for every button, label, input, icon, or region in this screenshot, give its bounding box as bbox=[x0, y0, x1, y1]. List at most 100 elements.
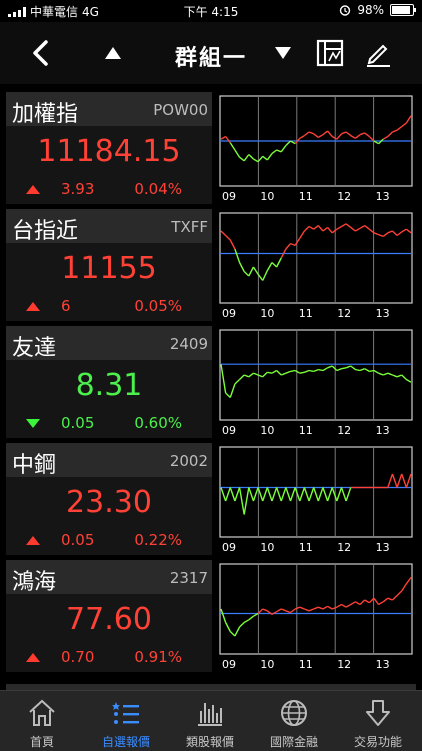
stock-row[interactable]: 加權指 POW00 11184.15 3.93 0.04% 09 10 11 12 13 bbox=[6, 92, 416, 204]
chart-frame bbox=[219, 212, 413, 304]
tab-bar: 首頁 自選報價 類股報價 國際金融 交易功能 bbox=[0, 690, 422, 751]
chart-tick-label: 11 bbox=[299, 190, 313, 203]
pencil-icon bbox=[367, 44, 390, 67]
chart-tick-label: 12 bbox=[337, 190, 351, 203]
edit-button[interactable] bbox=[362, 22, 394, 84]
layout-icon bbox=[316, 39, 344, 67]
chart-tick-label: 11 bbox=[299, 424, 313, 437]
intraday-chart: 09 10 11 12 13 bbox=[216, 326, 416, 438]
stock-name: 加權指 bbox=[12, 102, 79, 127]
chart-price-segment bbox=[308, 369, 314, 373]
tab-sector-quotes[interactable]: 類股報價 bbox=[168, 691, 252, 751]
chart-tick-label: 13 bbox=[376, 658, 390, 671]
chart-tick-label: 10 bbox=[260, 541, 274, 554]
tab-watchlist[interactable]: 自選報價 bbox=[84, 691, 168, 751]
tab-trading[interactable]: 交易功能 bbox=[336, 691, 420, 751]
stock-change: 3.93 bbox=[61, 180, 95, 198]
chart-price-segment bbox=[318, 368, 324, 372]
stock-change: 0.70 bbox=[61, 648, 95, 666]
bar-chart-icon bbox=[198, 703, 222, 726]
chart-price-segment bbox=[299, 371, 305, 374]
tab-label: 類股報價 bbox=[185, 735, 234, 749]
chart-tick-label: 11 bbox=[299, 541, 313, 554]
stock-info: 台指近 TXFF 11155 6 0.05% bbox=[6, 209, 212, 321]
tab-home[interactable]: 首頁 bbox=[0, 691, 84, 751]
stock-info: 鴻海 2317 77.60 0.70 0.91% bbox=[6, 560, 212, 672]
status-bar: 中華電信 4G 下午 4:15 98% bbox=[0, 0, 422, 22]
trend-arrow-icon bbox=[26, 302, 40, 311]
chart-tick-label: 09 bbox=[222, 307, 236, 320]
stock-name: 中鋼 bbox=[12, 453, 57, 478]
intraday-chart: 09 10 11 12 13 bbox=[216, 209, 416, 321]
stock-change: 6 bbox=[61, 297, 71, 315]
stock-price: 11184.15 bbox=[37, 134, 181, 169]
stock-price: 77.60 bbox=[66, 602, 152, 637]
chart-tick-label: 13 bbox=[376, 190, 390, 203]
download-icon bbox=[366, 700, 390, 726]
stock-code: TXFF bbox=[171, 218, 208, 236]
tab-global-finance[interactable]: 國際金融 bbox=[252, 691, 336, 751]
stock-price: 11155 bbox=[61, 251, 157, 286]
stock-change-percent: 0.05% bbox=[134, 297, 182, 315]
chart-price-segment bbox=[369, 369, 375, 373]
nav-bar: 群組一 bbox=[0, 22, 422, 84]
stock-price: 23.30 bbox=[66, 485, 152, 520]
chart-tick-label: 12 bbox=[337, 424, 351, 437]
stock-info: 加權指 POW00 11184.15 3.93 0.04% bbox=[6, 92, 212, 204]
stock-row[interactable]: 台指近 TXFF 11155 6 0.05% 09 10 11 12 13 bbox=[6, 209, 416, 321]
stock-change-percent: 0.60% bbox=[134, 414, 182, 432]
stock-change: 0.05 bbox=[61, 414, 95, 432]
chart-price-segment bbox=[355, 368, 361, 372]
stock-code: 2002 bbox=[169, 452, 208, 470]
stock-code: POW00 bbox=[153, 101, 208, 119]
intraday-chart: 09 10 11 12 13 bbox=[216, 443, 416, 555]
chart-frame bbox=[219, 446, 413, 538]
page-title: 群組一 bbox=[174, 46, 247, 71]
stock-price: 8.31 bbox=[75, 368, 143, 403]
stock-change: 0.05 bbox=[61, 531, 95, 549]
clock: 下午 4:15 bbox=[183, 5, 239, 19]
stock-info: 友達 2409 8.31 0.05 0.60% bbox=[6, 326, 212, 438]
chart-price-segment bbox=[341, 367, 347, 370]
tab-label: 首頁 bbox=[29, 735, 54, 749]
chart-tick-label: 12 bbox=[337, 307, 351, 320]
chart-tick-label: 09 bbox=[222, 424, 236, 437]
tab-label: 自選報價 bbox=[101, 735, 150, 749]
tab-label: 國際金融 bbox=[269, 735, 318, 749]
chart-tick-label: 11 bbox=[299, 658, 313, 671]
stock-info: 中鋼 2002 23.30 0.05 0.22% bbox=[6, 443, 212, 555]
battery-percent: 98% bbox=[357, 3, 384, 17]
intraday-chart: 09 10 11 12 13 bbox=[216, 92, 416, 204]
stock-row[interactable]: 友達 2409 8.31 0.05 0.60% 09 10 11 12 13 bbox=[6, 326, 416, 438]
chart-frame bbox=[219, 563, 413, 655]
chart-tick-label: 10 bbox=[260, 307, 274, 320]
stock-change-percent: 0.91% bbox=[134, 648, 182, 666]
triangle-down-icon bbox=[275, 47, 291, 59]
chart-tick-label: 10 bbox=[260, 190, 274, 203]
trend-arrow-icon bbox=[26, 185, 40, 194]
stock-row[interactable]: 鴻海 2317 77.60 0.70 0.91% 09 10 11 12 13 bbox=[6, 560, 416, 672]
chart-tick-label: 09 bbox=[222, 190, 236, 203]
next-group-button[interactable] bbox=[270, 22, 296, 84]
home-icon bbox=[29, 699, 55, 726]
tab-label: 交易功能 bbox=[353, 735, 402, 749]
chart-tick-label: 11 bbox=[299, 307, 313, 320]
globe-icon bbox=[281, 700, 307, 726]
stock-name: 友達 bbox=[12, 336, 57, 361]
intraday-chart: 09 10 11 12 13 bbox=[216, 560, 416, 672]
stock-name: 台指近 bbox=[12, 219, 79, 244]
chart-price-segment bbox=[290, 369, 296, 373]
trend-arrow-icon bbox=[26, 653, 40, 662]
chart-tick-label: 13 bbox=[376, 424, 390, 437]
stock-change-percent: 0.22% bbox=[134, 531, 182, 549]
alarm-icon bbox=[340, 5, 351, 16]
trend-arrow-icon bbox=[26, 419, 40, 428]
layout-toggle-button[interactable] bbox=[314, 22, 346, 84]
chart-tick-label: 13 bbox=[376, 541, 390, 554]
trend-arrow-icon bbox=[26, 536, 40, 545]
chart-tick-label: 12 bbox=[337, 541, 351, 554]
stock-row[interactable]: 中鋼 2002 23.30 0.05 0.22% 09 10 11 12 13 bbox=[6, 443, 416, 555]
stock-change-percent: 0.04% bbox=[134, 180, 182, 198]
chart-tick-label: 13 bbox=[376, 307, 390, 320]
chart-tick-label: 10 bbox=[260, 658, 274, 671]
